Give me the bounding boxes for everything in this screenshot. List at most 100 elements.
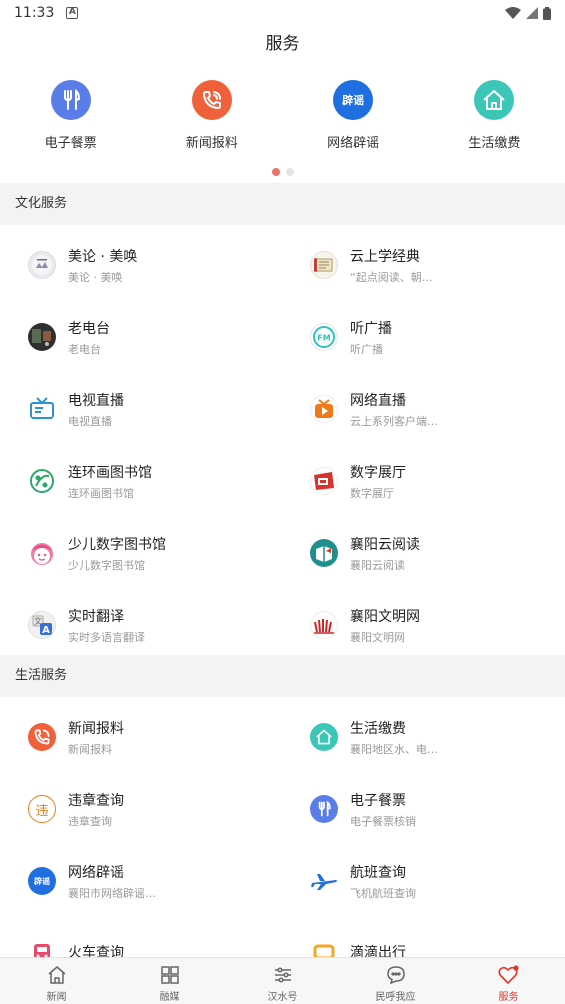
signal-icon	[526, 7, 538, 19]
old-radio-icon	[28, 323, 56, 351]
svg-text:A: A	[42, 625, 50, 636]
play-icon	[310, 395, 338, 423]
service-title: 航班查询	[350, 864, 406, 881]
tv-icon	[28, 395, 56, 423]
tab-label: 融媒	[159, 992, 180, 1003]
tab-media[interactable]: 融媒	[113, 958, 226, 1004]
service-digital-gallery[interactable]: 数字展厅 数字展厅	[282, 445, 564, 517]
service-title: 电视直播	[68, 392, 124, 409]
service-cloud-reading[interactable]: 襄阳云阅读 襄阳云阅读	[282, 517, 564, 589]
top-service-label: 电子餐票	[44, 136, 97, 151]
service-e-meal-ticket[interactable]: 电子餐票 电子餐票核销	[282, 773, 564, 845]
service-realtime-translate[interactable]: 文A 实时翻译 实时多语言翻译	[0, 589, 282, 661]
house-icon	[474, 80, 515, 120]
page-title: 服务	[265, 34, 300, 54]
top-service-label: 网络辟谣	[327, 136, 380, 151]
fm-radio-icon: FM	[310, 323, 338, 351]
service-title: 网络辟谣	[68, 864, 124, 881]
bottom-tab-bar: 新闻 融媒 汉水号 民呼我应 服务	[0, 957, 565, 1004]
service-subtitle: 数字展厅	[350, 486, 394, 500]
status-time: 11:33	[14, 5, 55, 21]
service-news-tipoff[interactable]: 新闻报料 新闻报料	[0, 701, 282, 773]
service-kids-library[interactable]: 少儿数字图书馆 少儿数字图书馆	[0, 517, 282, 589]
service-web-live[interactable]: 网络直播 云上系列客户端…	[282, 373, 564, 445]
service-comic-library[interactable]: 连环画图书馆 连环画图书馆	[0, 445, 282, 517]
service-old-radio[interactable]: 老电台 老电台	[0, 301, 282, 373]
book-icon	[310, 539, 338, 567]
service-title: 新闻报料	[68, 720, 124, 737]
service-subtitle: 电视直播	[68, 414, 112, 428]
service-tv-live[interactable]: 电视直播 电视直播	[0, 373, 282, 445]
service-subtitle: 老电台	[68, 342, 101, 356]
service-subtitle: 电子餐票核销	[350, 814, 416, 828]
service-subtitle: 襄阳云阅读	[350, 558, 405, 572]
fork-knife-icon	[50, 80, 91, 120]
top-service-bill-payment[interactable]: 生活缴费	[424, 80, 565, 155]
service-subtitle: 实时多语言翻译	[68, 630, 145, 644]
svg-text:FM: FM	[317, 334, 330, 343]
status-indicator-icon: A	[66, 7, 79, 19]
service-bill-payment[interactable]: 生活缴费 襄阳地区水、电…	[282, 701, 564, 773]
top-service-rumor-debunk[interactable]: 辟谣 网络辟谣	[283, 80, 424, 155]
service-title: 美论 · 美唤	[68, 248, 138, 265]
wifi-icon	[505, 7, 521, 19]
service-title: 连环画图书馆	[68, 464, 152, 481]
child-face-icon	[28, 539, 56, 567]
tab-label: 服务	[498, 992, 519, 1003]
meilun-logo-icon	[28, 251, 56, 279]
pager-dot[interactable]	[285, 168, 294, 176]
heart-icon	[497, 965, 519, 985]
sliders-icon	[274, 967, 291, 983]
service-flight-query[interactable]: 航班查询 飞机航班查询	[282, 845, 564, 917]
service-subtitle: 美论 · 美唤	[68, 270, 123, 284]
tab-label: 汉水号	[267, 992, 298, 1003]
violation-badge-text: 违	[35, 803, 49, 819]
tab-hanshui[interactable]: 汉水号	[226, 958, 339, 1004]
palette-icon	[28, 467, 56, 495]
tab-services[interactable]: 服务	[452, 958, 565, 1004]
pager-dot[interactable]	[271, 168, 280, 176]
section-header-culture: 文化服务	[0, 183, 565, 225]
service-classics[interactable]: 云上学经典 “起点阅读、朝…	[282, 229, 564, 301]
tab-label: 民呼我应	[375, 992, 416, 1003]
service-subtitle: 云上系列客户端…	[350, 414, 438, 428]
battery-icon	[543, 6, 551, 20]
service-subtitle: 少儿数字图书馆	[68, 558, 145, 572]
top-service-news-tipoff[interactable]: 新闻报料	[141, 80, 282, 155]
service-title: 违章查询	[68, 792, 124, 809]
service-title: 电子餐票	[350, 792, 406, 809]
rumor-badge-icon: 辟谣	[28, 867, 56, 895]
service-title: 听广播	[350, 320, 392, 337]
service-subtitle: “起点阅读、朝…	[350, 270, 433, 284]
service-title: 襄阳文明网	[350, 608, 420, 625]
top-service-label: 新闻报料	[185, 136, 238, 151]
top-service-e-meal-ticket[interactable]: 电子餐票	[0, 80, 141, 155]
tab-citizen-voice[interactable]: 民呼我应	[339, 958, 452, 1004]
fork-knife-icon	[310, 795, 338, 823]
service-title: 数字展厅	[350, 464, 406, 481]
phone-icon	[28, 723, 56, 751]
scroll-icon	[310, 251, 338, 279]
translate-icon: 文A	[28, 611, 56, 639]
violation-icon: 违	[28, 795, 56, 823]
service-violation-query[interactable]: 违 违章查询 违章查询	[0, 773, 282, 845]
service-civilization-site[interactable]: 襄阳文明网 襄阳文明网	[282, 589, 564, 661]
service-subtitle: 襄阳地区水、电…	[350, 742, 438, 756]
service-subtitle: 听广播	[350, 342, 383, 356]
service-title: 生活缴费	[350, 720, 406, 737]
service-rumor-debunk[interactable]: 辟谣 网络辟谣 襄阳市网络辟谣…	[0, 845, 282, 917]
house-icon	[310, 723, 338, 751]
tab-news[interactable]: 新闻	[0, 958, 113, 1004]
top-services-carousel: 电子餐票 新闻报料 辟谣 网络辟谣 生活缴费	[0, 80, 565, 155]
home-icon	[48, 966, 65, 984]
service-meilun[interactable]: 美论 · 美唤 美论 · 美唤	[0, 229, 282, 301]
chat-icon	[386, 966, 405, 985]
service-title: 网络直播	[350, 392, 406, 409]
carousel-pager	[0, 168, 565, 176]
service-listen-radio[interactable]: FM 听广播 听广播	[282, 301, 564, 373]
tab-label: 新闻	[46, 992, 67, 1003]
service-title: 襄阳云阅读	[350, 536, 420, 553]
phone-icon	[191, 80, 232, 120]
civilization-icon	[310, 611, 338, 639]
service-subtitle: 连环画图书馆	[68, 486, 134, 500]
